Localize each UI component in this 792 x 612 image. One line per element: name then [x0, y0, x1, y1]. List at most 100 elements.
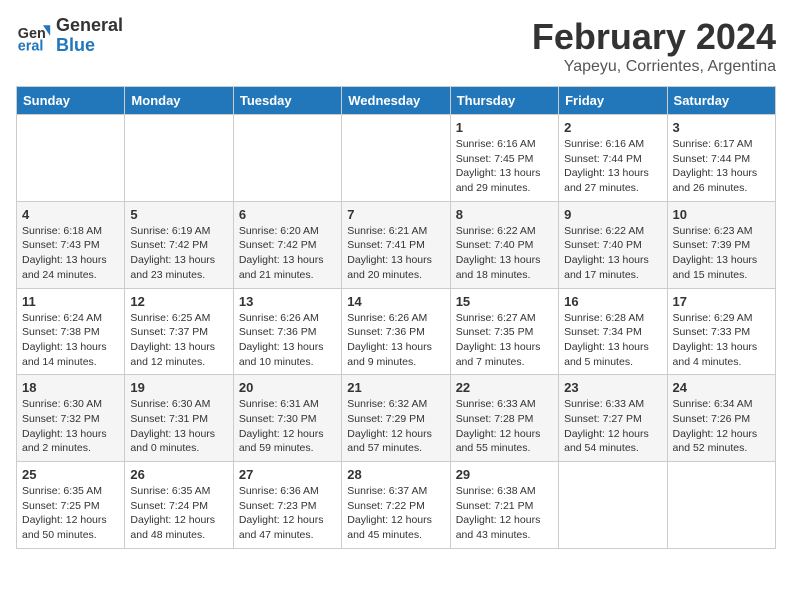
day-number: 17 [673, 294, 770, 309]
header-tuesday: Tuesday [233, 87, 341, 115]
day-info: Sunrise: 6:26 AM Sunset: 7:36 PM Dayligh… [239, 311, 336, 370]
day-info: Sunrise: 6:36 AM Sunset: 7:23 PM Dayligh… [239, 484, 336, 543]
calendar-cell: 18 Sunrise: 6:30 AM Sunset: 7:32 PM Dayli… [17, 375, 125, 462]
day-info: Sunrise: 6:26 AM Sunset: 7:36 PM Dayligh… [347, 311, 444, 370]
day-number: 29 [456, 467, 553, 482]
day-number: 11 [22, 294, 119, 309]
calendar-cell: 20Sunrise: 6:31 AM Sunset: 7:30 PM Dayli… [233, 375, 341, 462]
calendar-cell [125, 115, 233, 202]
day-info: Sunrise: 6:32 AM Sunset: 7:29 PM Dayligh… [347, 397, 444, 456]
logo-text: General Blue [56, 16, 123, 56]
day-number: 5 [130, 207, 227, 222]
calendar-table: Sunday Monday Tuesday Wednesday Thursday… [16, 86, 776, 549]
calendar-cell: 10 Sunrise: 6:23 AM Sunset: 7:39 PM Dayli… [667, 201, 775, 288]
day-info: Sunrise: 6:28 AM Sunset: 7:34 PM Dayligh… [564, 311, 661, 370]
day-info: Sunrise: 6:24 AM Sunset: 7:38 PM Dayligh… [22, 311, 119, 370]
calendar-cell: 14 Sunrise: 6:26 AM Sunset: 7:36 PM Dayli… [342, 288, 450, 375]
day-number: 3 [673, 120, 770, 135]
calendar-cell: 29 Sunrise: 6:38 AM Sunset: 7:21 PM Dayli… [450, 462, 558, 549]
calendar-cell: 27 Sunrise: 6:36 AM Sunset: 7:23 PM Dayli… [233, 462, 341, 549]
day-info: Sunrise: 6:16 AM Sunset: 7:44 PM Dayligh… [564, 137, 661, 196]
day-info: Sunrise: 6:21 AM Sunset: 7:41 PM Dayligh… [347, 224, 444, 283]
calendar-week-5: 25Sunrise: 6:35 AM Sunset: 7:25 PM Dayli… [17, 462, 776, 549]
calendar-cell: 8Sunrise: 6:22 AM Sunset: 7:40 PM Daylig… [450, 201, 558, 288]
calendar-cell: 16 Sunrise: 6:28 AM Sunset: 7:34 PM Dayli… [559, 288, 667, 375]
calendar-cell [17, 115, 125, 202]
day-number: 18 [22, 380, 119, 395]
day-number: 13 [239, 294, 336, 309]
day-info: Sunrise: 6:23 AM Sunset: 7:39 PM Dayligh… [673, 224, 770, 283]
calendar-cell: 4Sunrise: 6:18 AM Sunset: 7:43 PM Daylig… [17, 201, 125, 288]
page-header: Gen eral General Blue February 2024 Yape… [16, 16, 776, 76]
logo-line1: General [56, 16, 123, 36]
calendar-cell: 23 Sunrise: 6:33 AM Sunset: 7:27 PM Dayli… [559, 375, 667, 462]
calendar-body: 1Sunrise: 6:16 AM Sunset: 7:45 PM Daylig… [17, 115, 776, 549]
day-info: Sunrise: 6:33 AM Sunset: 7:27 PM Dayligh… [564, 397, 661, 456]
day-info: Sunrise: 6:22 AM Sunset: 7:40 PM Dayligh… [564, 224, 661, 283]
calendar-cell: 28 Sunrise: 6:37 AM Sunset: 7:22 PM Dayli… [342, 462, 450, 549]
day-info: Sunrise: 6:19 AM Sunset: 7:42 PM Dayligh… [130, 224, 227, 283]
calendar-cell: 11 Sunrise: 6:24 AM Sunset: 7:38 PM Dayli… [17, 288, 125, 375]
day-number: 10 [673, 207, 770, 222]
day-number: 27 [239, 467, 336, 482]
calendar-cell: 13 Sunrise: 6:26 AM Sunset: 7:36 PM Dayli… [233, 288, 341, 375]
day-info: Sunrise: 6:30 AM Sunset: 7:32 PM Dayligh… [22, 397, 119, 456]
day-info: Sunrise: 6:35 AM Sunset: 7:24 PM Dayligh… [130, 484, 227, 543]
header-saturday: Saturday [667, 87, 775, 115]
calendar-subtitle: Yapeyu, Corrientes, Argentina [532, 58, 776, 76]
day-number: 16 [564, 294, 661, 309]
calendar-cell: 2 Sunrise: 6:16 AM Sunset: 7:44 PM Daylig… [559, 115, 667, 202]
header-thursday: Thursday [450, 87, 558, 115]
day-number: 1 [456, 120, 553, 135]
calendar-week-1: 1Sunrise: 6:16 AM Sunset: 7:45 PM Daylig… [17, 115, 776, 202]
header-friday: Friday [559, 87, 667, 115]
calendar-cell: 12 Sunrise: 6:25 AM Sunset: 7:37 PM Dayli… [125, 288, 233, 375]
calendar-cell: 25Sunrise: 6:35 AM Sunset: 7:25 PM Dayli… [17, 462, 125, 549]
day-info: Sunrise: 6:17 AM Sunset: 7:44 PM Dayligh… [673, 137, 770, 196]
day-number: 6 [239, 207, 336, 222]
day-number: 12 [130, 294, 227, 309]
day-info: Sunrise: 6:25 AM Sunset: 7:37 PM Dayligh… [130, 311, 227, 370]
calendar-cell [233, 115, 341, 202]
day-number: 24 [673, 380, 770, 395]
calendar-cell: 5 Sunrise: 6:19 AM Sunset: 7:42 PM Daylig… [125, 201, 233, 288]
calendar-cell: 19Sunrise: 6:30 AM Sunset: 7:31 PM Dayli… [125, 375, 233, 462]
calendar-cell: 24 Sunrise: 6:34 AM Sunset: 7:26 PM Dayli… [667, 375, 775, 462]
day-number: 20 [239, 380, 336, 395]
day-number: 8 [456, 207, 553, 222]
day-number: 23 [564, 380, 661, 395]
day-info: Sunrise: 6:30 AM Sunset: 7:31 PM Dayligh… [130, 397, 227, 456]
calendar-week-3: 11 Sunrise: 6:24 AM Sunset: 7:38 PM Dayli… [17, 288, 776, 375]
calendar-week-2: 4Sunrise: 6:18 AM Sunset: 7:43 PM Daylig… [17, 201, 776, 288]
svg-text:eral: eral [18, 38, 44, 54]
calendar-cell: 3 Sunrise: 6:17 AM Sunset: 7:44 PM Daylig… [667, 115, 775, 202]
day-info: Sunrise: 6:38 AM Sunset: 7:21 PM Dayligh… [456, 484, 553, 543]
day-info: Sunrise: 6:20 AM Sunset: 7:42 PM Dayligh… [239, 224, 336, 283]
calendar-cell: 7 Sunrise: 6:21 AM Sunset: 7:41 PM Daylig… [342, 201, 450, 288]
calendar-cell [667, 462, 775, 549]
calendar-cell: 15Sunrise: 6:27 AM Sunset: 7:35 PM Dayli… [450, 288, 558, 375]
header-sunday: Sunday [17, 87, 125, 115]
day-number: 2 [564, 120, 661, 135]
day-number: 21 [347, 380, 444, 395]
day-number: 4 [22, 207, 119, 222]
day-number: 9 [564, 207, 661, 222]
calendar-cell: 21 Sunrise: 6:32 AM Sunset: 7:29 PM Dayli… [342, 375, 450, 462]
header-wednesday: Wednesday [342, 87, 450, 115]
logo: Gen eral General Blue [16, 16, 123, 56]
logo-icon: Gen eral [16, 18, 52, 54]
calendar-cell: 9 Sunrise: 6:22 AM Sunset: 7:40 PM Daylig… [559, 201, 667, 288]
calendar-cell: 1Sunrise: 6:16 AM Sunset: 7:45 PM Daylig… [450, 115, 558, 202]
day-number: 28 [347, 467, 444, 482]
day-number: 7 [347, 207, 444, 222]
day-info: Sunrise: 6:34 AM Sunset: 7:26 PM Dayligh… [673, 397, 770, 456]
title-block: February 2024 Yapeyu, Corrientes, Argent… [532, 16, 776, 76]
day-number: 26 [130, 467, 227, 482]
day-info: Sunrise: 6:33 AM Sunset: 7:28 PM Dayligh… [456, 397, 553, 456]
calendar-cell: 26 Sunrise: 6:35 AM Sunset: 7:24 PM Dayli… [125, 462, 233, 549]
day-number: 22 [456, 380, 553, 395]
calendar-cell [559, 462, 667, 549]
day-number: 14 [347, 294, 444, 309]
day-info: Sunrise: 6:37 AM Sunset: 7:22 PM Dayligh… [347, 484, 444, 543]
logo-line2: Blue [56, 36, 123, 56]
